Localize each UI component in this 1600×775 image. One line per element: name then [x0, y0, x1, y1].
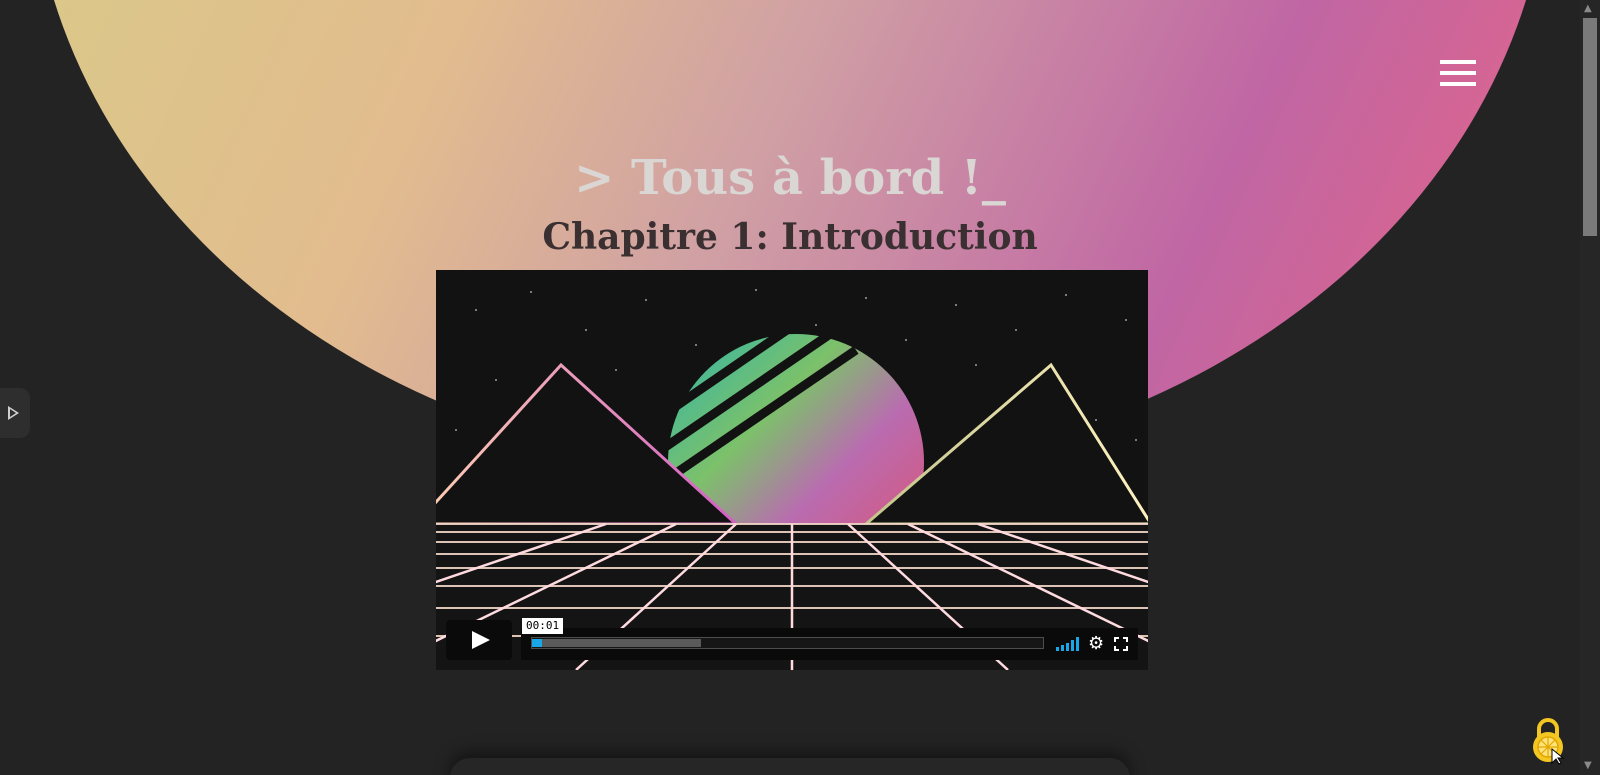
progress-buffered — [532, 639, 701, 647]
hamburger-menu-button[interactable] — [1440, 60, 1476, 90]
site-title: > Tous à bord !_ — [574, 150, 1006, 206]
page-scrollbar[interactable]: ▲ ▼ — [1580, 0, 1600, 775]
video-frame — [436, 270, 1148, 670]
video-control-bar: ⚙ — [521, 628, 1138, 660]
scroll-down-icon[interactable]: ▼ — [1584, 760, 1592, 771]
content-card-edge — [450, 758, 1130, 775]
menu-bar — [1440, 71, 1476, 75]
side-panel-toggle[interactable] — [0, 388, 30, 438]
play-outline-inner — [10, 409, 16, 417]
gear-icon[interactable]: ⚙ — [1088, 635, 1104, 653]
video-player[interactable]: ⚙ 00:01 — [436, 270, 1148, 670]
padlock-icon[interactable] — [1530, 717, 1566, 765]
menu-bar — [1440, 60, 1476, 64]
play-icon — [472, 631, 490, 649]
time-tooltip: 00:01 — [522, 618, 564, 634]
fullscreen-icon[interactable] — [1114, 637, 1128, 651]
progress-played — [532, 639, 543, 647]
scroll-up-icon[interactable]: ▲ — [1584, 3, 1592, 14]
progress-bar[interactable] — [531, 637, 1044, 649]
volume-bars-icon[interactable] — [1056, 637, 1080, 651]
scroll-thumb[interactable] — [1583, 18, 1597, 236]
menu-bar — [1440, 82, 1476, 86]
chapter-title: Chapitre 1: Introduction — [542, 216, 1038, 258]
play-button[interactable] — [446, 620, 512, 660]
